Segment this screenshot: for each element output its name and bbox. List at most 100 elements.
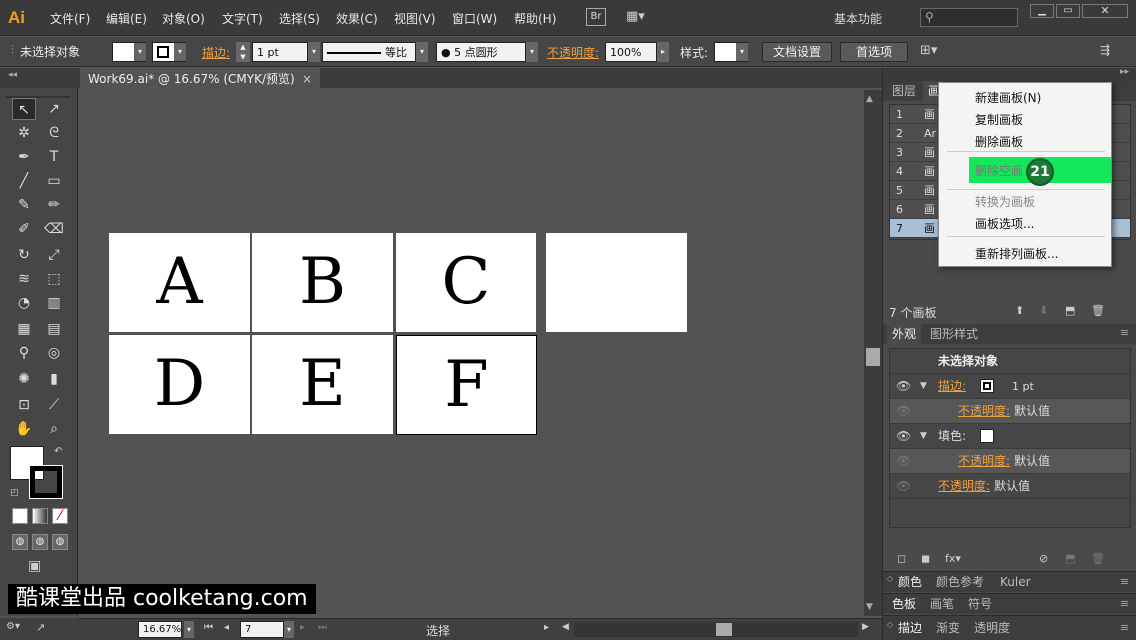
- close-button[interactable]: ✕: [1082, 4, 1128, 18]
- chevron-down-icon[interactable]: ▾: [184, 621, 194, 638]
- panel-menu-icon[interactable]: ⇶: [1100, 43, 1110, 57]
- duplicate-item-icon[interactable]: ⬒: [1065, 552, 1075, 565]
- scroll-thumb[interactable]: [866, 348, 880, 366]
- fx-icon[interactable]: fx▾: [945, 552, 961, 565]
- blob-brush-tool-icon[interactable]: ✐: [12, 218, 36, 240]
- paintbrush-tool-icon[interactable]: ✎: [12, 194, 36, 216]
- blend-tool-icon[interactable]: ◎: [42, 342, 66, 364]
- panel-menu-icon[interactable]: ≡: [1120, 575, 1129, 588]
- tab-gradient[interactable]: 渐变: [931, 618, 965, 638]
- scroll-down-icon[interactable]: ▼: [866, 602, 873, 612]
- none-mode-icon[interactable]: ⁄: [52, 508, 68, 524]
- gradient-mode-icon[interactable]: [32, 508, 48, 524]
- brush-definition[interactable]: ● 5 点圆形: [436, 42, 526, 62]
- tab-graphic-styles[interactable]: 图形样式: [925, 324, 983, 344]
- artboard-tool-icon[interactable]: ⊡: [12, 394, 36, 416]
- previous-artboard-icon[interactable]: ◂: [224, 622, 229, 633]
- maximize-button[interactable]: ▭: [1056, 4, 1080, 18]
- menu-select[interactable]: 选择(S): [279, 10, 320, 27]
- scroll-left-icon[interactable]: ◀: [562, 622, 569, 632]
- arrange-docs-icon[interactable]: ▦▾: [626, 9, 654, 25]
- style-swatch[interactable]: ▾: [714, 42, 748, 62]
- panel-menu-icon[interactable]: ≡: [1120, 326, 1129, 339]
- chevron-down-icon[interactable]: ▾: [416, 42, 428, 62]
- artboard-5[interactable]: D: [109, 335, 250, 434]
- menu-item-convert-to-artboards[interactable]: 转换为画板: [975, 193, 1035, 210]
- minimize-button[interactable]: ▁: [1030, 4, 1054, 18]
- hand-tool-icon[interactable]: ✋: [12, 418, 36, 440]
- menu-item-duplicate-artboards[interactable]: 复制画板: [975, 111, 1023, 128]
- artboard-2[interactable]: B: [252, 233, 393, 332]
- stroke-color-box[interactable]: [29, 465, 63, 499]
- appearance-fill-row[interactable]: 👁 ▼ 填色:: [890, 424, 1130, 449]
- appearance-fill-opacity-row[interactable]: 👁 不透明度: 默认值: [890, 449, 1130, 474]
- type-tool-icon[interactable]: T: [42, 146, 66, 168]
- artboard-6[interactable]: E: [252, 335, 393, 434]
- eraser-tool-icon[interactable]: ⌫: [42, 218, 66, 240]
- panel-menu-icon[interactable]: ≡: [1120, 597, 1129, 610]
- draw-inside-icon[interactable]: ◍: [52, 534, 68, 550]
- rotate-tool-icon[interactable]: ↻: [12, 244, 36, 266]
- chevron-down-icon[interactable]: ▾: [526, 42, 538, 62]
- menu-window[interactable]: 窗口(W): [452, 10, 497, 27]
- add-stroke-icon[interactable]: ◻: [897, 552, 906, 565]
- column-graph-tool-icon[interactable]: ▮: [42, 368, 66, 390]
- color-mode-icon[interactable]: [12, 508, 28, 524]
- clear-appearance-icon[interactable]: ⊘: [1039, 552, 1048, 565]
- chevron-down-icon[interactable]: ▾: [284, 621, 294, 638]
- align-icon[interactable]: ⊞▾: [920, 43, 937, 58]
- first-artboard-icon[interactable]: ⏮: [204, 622, 213, 633]
- stroke-swatch[interactable]: ▾: [152, 42, 186, 62]
- stroke-weight-field[interactable]: 1 pt: [252, 42, 308, 62]
- add-fill-icon[interactable]: ◼: [921, 552, 930, 565]
- new-artboard-icon[interactable]: ⬒: [1065, 304, 1075, 317]
- slice-tool-icon[interactable]: ⟋: [42, 394, 66, 416]
- share-icon[interactable]: ↗: [36, 621, 45, 634]
- appearance-stroke-row[interactable]: 👁 ▼ 描边: 1 pt: [890, 374, 1130, 399]
- tab-brushes[interactable]: 画笔: [925, 594, 959, 614]
- draw-behind-icon[interactable]: ◍: [32, 534, 48, 550]
- next-artboard-icon[interactable]: ▸: [300, 622, 305, 633]
- mesh-tool-icon[interactable]: ▦: [12, 318, 36, 340]
- move-up-icon[interactable]: ⬆: [1015, 304, 1024, 317]
- menu-view[interactable]: 视图(V): [394, 10, 436, 27]
- magic-wand-tool-icon[interactable]: ✲: [12, 122, 36, 144]
- delete-artboard-icon[interactable]: 🗑: [1091, 304, 1105, 317]
- draw-normal-icon[interactable]: ◍: [12, 534, 28, 550]
- bridge-button[interactable]: Br: [586, 8, 606, 26]
- menu-item-new-artboard[interactable]: 新建画板(N): [975, 89, 1041, 106]
- tab-symbols[interactable]: 符号: [963, 594, 997, 614]
- artboard-3[interactable]: C: [396, 233, 536, 332]
- tab-color[interactable]: 颜色: [893, 572, 927, 592]
- zoom-tool-icon[interactable]: ⌕: [42, 418, 66, 440]
- lasso-tool-icon[interactable]: ᘓ: [42, 122, 66, 144]
- close-icon[interactable]: ×: [302, 68, 312, 90]
- document-setup-button[interactable]: 文档设置: [762, 42, 832, 62]
- panel-menu-icon[interactable]: ≡: [1120, 621, 1129, 634]
- menu-type[interactable]: 文字(T): [222, 10, 263, 27]
- status-menu-icon[interactable]: ▸: [544, 622, 549, 633]
- tab-kuler[interactable]: Kuler: [995, 572, 1036, 592]
- menu-item-delete-artboards[interactable]: 删除画板: [975, 133, 1023, 150]
- menu-help[interactable]: 帮助(H): [514, 10, 556, 27]
- appearance-stroke-opacity-row[interactable]: 👁 不透明度: 默认值: [890, 399, 1130, 424]
- shape-builder-tool-icon[interactable]: ◔: [12, 292, 36, 314]
- appearance-object-opacity-row[interactable]: 👁 不透明度: 默认值: [890, 474, 1130, 499]
- swap-colors-icon[interactable]: ↶: [54, 446, 62, 457]
- warp-tool-icon[interactable]: ≋: [12, 268, 36, 290]
- canvas[interactable]: A B C D E F: [78, 90, 864, 616]
- artboard-number-field[interactable]: 7: [240, 621, 284, 638]
- status-icon[interactable]: ⚙▾: [6, 621, 20, 632]
- menu-object[interactable]: 对象(O): [162, 10, 205, 27]
- last-artboard-icon[interactable]: ⏭: [318, 622, 327, 633]
- direct-selection-tool-icon[interactable]: ↗: [42, 98, 66, 120]
- scroll-right-icon[interactable]: ▶: [862, 622, 869, 632]
- search-input[interactable]: ⚲: [920, 8, 1018, 27]
- menu-item-rearrange-artboards[interactable]: 重新排列画板...: [975, 245, 1058, 262]
- tab-color-guide[interactable]: 颜色参考: [931, 572, 989, 592]
- tab-stroke[interactable]: 描边: [893, 618, 927, 638]
- horizontal-scrollbar[interactable]: [574, 622, 858, 637]
- zoom-field[interactable]: 16.67%: [138, 621, 182, 638]
- artboard-4[interactable]: [546, 233, 687, 332]
- workspace-switcher[interactable]: 基本功能: [834, 10, 882, 27]
